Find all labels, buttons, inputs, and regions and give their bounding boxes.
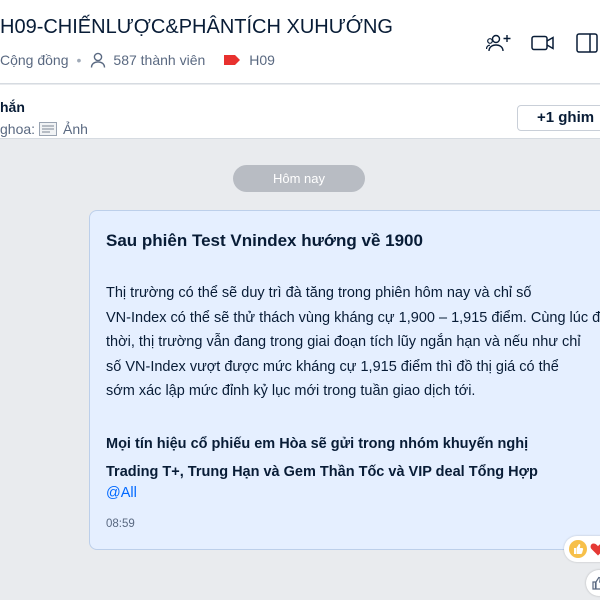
message-line: số VN-Index vượt được mức kháng cự 1,915… <box>106 358 559 375</box>
message-line: VN-Index có thể sẽ thử thách vùng kháng … <box>106 309 600 326</box>
message-call-to-action: Mọi tín hiệu cổ phiếu em Hòa sẽ gửi tron… <box>106 431 538 486</box>
message-timestamp: 08:59 <box>106 518 135 530</box>
more-pins-button[interactable]: +1 ghim <box>517 105 600 131</box>
pinned-title: hắn <box>0 99 25 115</box>
user-icon <box>91 52 106 68</box>
message-title: Sau phiên Test Vnindex hướng về 1900 <box>106 231 423 250</box>
message-line: Thị trường có thể sẽ duy trì đà tăng tro… <box>106 285 532 301</box>
reaction-summary[interactable] <box>564 536 600 562</box>
group-meta: Cộng đồng • 587 thành viên H09 <box>0 51 275 69</box>
member-count[interactable]: 587 thành viên <box>113 52 205 68</box>
pinned-subtitle: ghoa: Ảnh <box>0 121 88 137</box>
group-category: Cộng đồng <box>0 52 69 68</box>
date-divider: Hôm nay <box>233 165 365 192</box>
message-line: sớm xác lập mức đỉnh kỷ lục mới trong tu… <box>106 383 476 399</box>
pinned-attachment-type: Ảnh <box>63 121 88 137</box>
pinned-subtitle-prefix: ghoa: <box>0 121 36 137</box>
message-bubble[interactable]: Sau phiên Test Vnindex hướng về 1900 Thị… <box>89 210 600 550</box>
like-outline-icon <box>592 576 600 590</box>
thumbs-up-icon <box>569 540 587 558</box>
message-body: Thị trường có thể sẽ duy trì đà tăng tro… <box>106 281 600 404</box>
message-bold-line: Trading T+, Trung Hạn và Gem Thần Tốc và… <box>106 463 538 480</box>
group-tag[interactable]: H09 <box>249 52 275 68</box>
mention-all-link[interactable]: @All <box>106 485 137 501</box>
video-call-icon[interactable] <box>530 30 556 56</box>
tag-icon <box>224 55 241 65</box>
group-name[interactable]: H09-CHIẾNLƯỢC&PHÂNTÍCH XUHƯỚNG <box>0 16 393 39</box>
separator-dot: • <box>76 52 82 68</box>
add-member-icon[interactable] <box>486 30 512 56</box>
message-bold-line: Mọi tín hiệu cổ phiếu em Hòa sẽ gửi tron… <box>106 436 529 452</box>
heart-icon <box>590 543 600 556</box>
sidebar-toggle-icon[interactable] <box>574 30 600 56</box>
pinned-message-bar[interactable] <box>0 85 600 139</box>
message-line: thời, thị trường vẫn đang trong giai đoạ… <box>106 334 581 350</box>
add-reaction-button[interactable] <box>586 570 600 596</box>
chat-header: H09-CHIẾNLƯỢC&PHÂNTÍCH XUHƯỚNG Cộng đồng… <box>0 0 600 84</box>
image-icon <box>39 122 58 136</box>
header-actions <box>486 30 600 56</box>
